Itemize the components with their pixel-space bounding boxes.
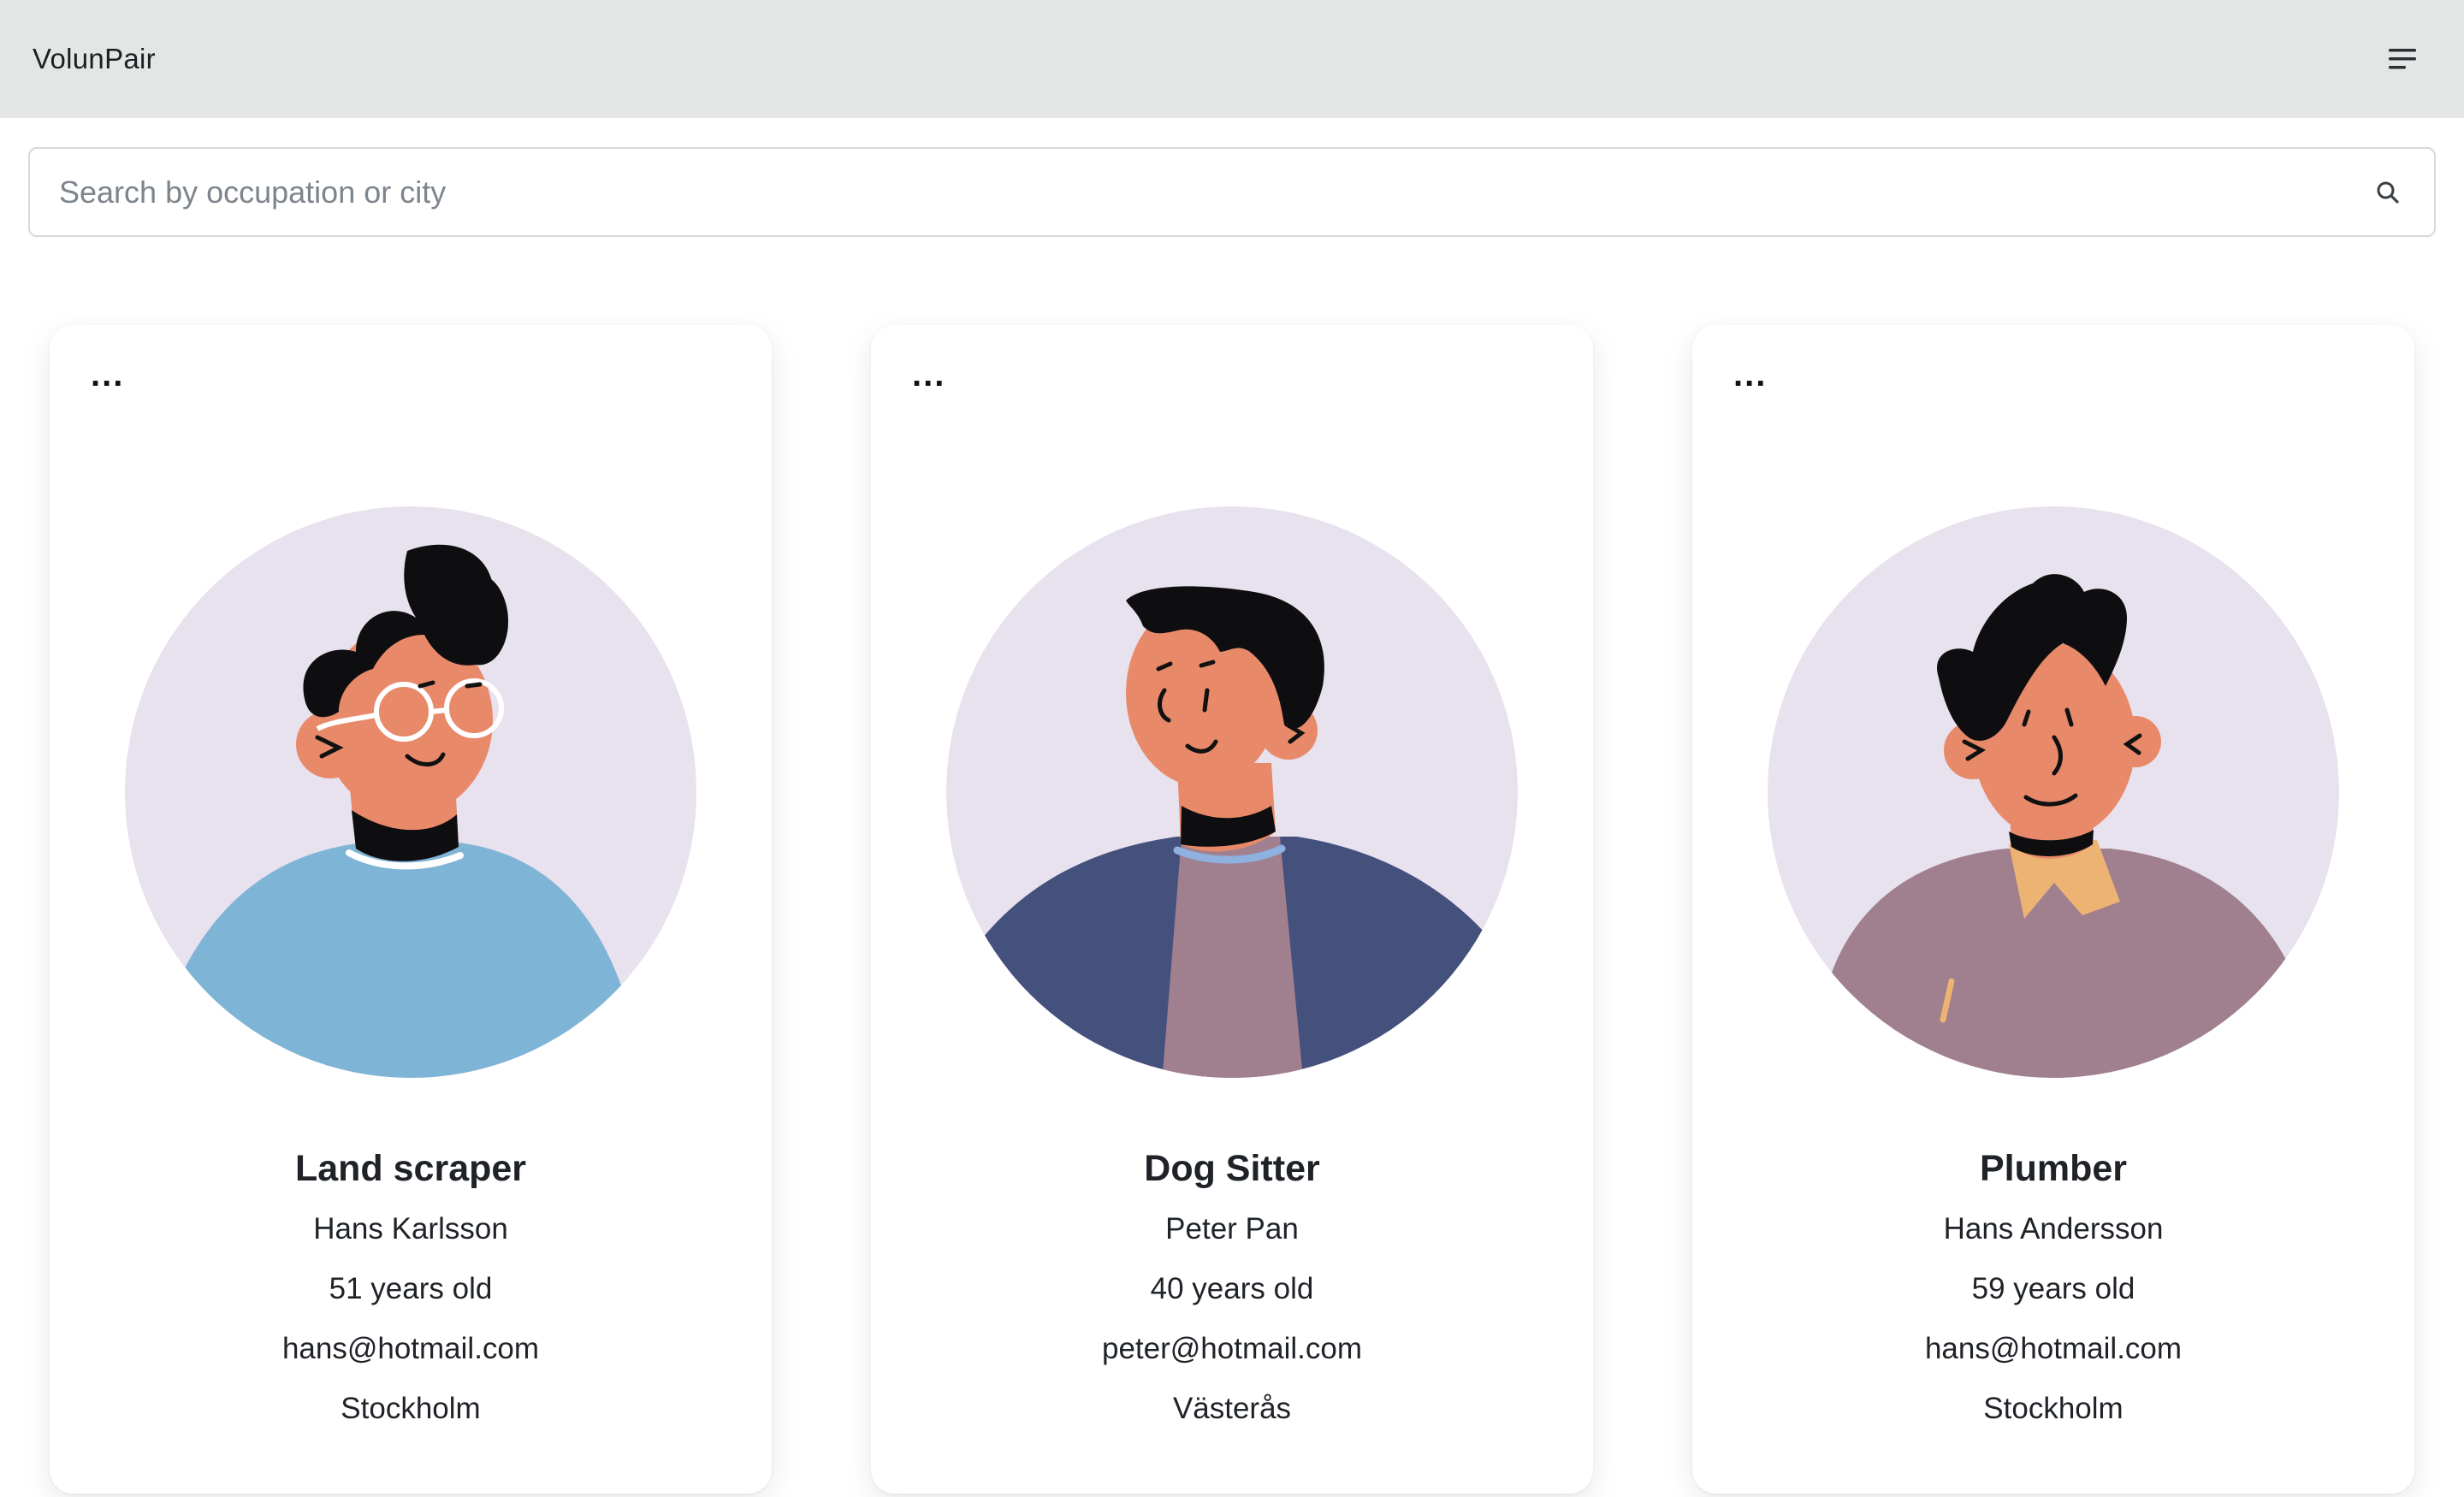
volunteer-age: 59 years old [1971, 1272, 2135, 1305]
search-button[interactable] [2371, 175, 2405, 210]
brand-logo[interactable]: VolunPair [33, 43, 156, 75]
volunteer-age: 40 years old [1150, 1272, 1314, 1305]
menu-lines-icon [2389, 49, 2416, 69]
volunteer-info: Plumber Hans Andersson 59 years old hans… [1692, 1138, 2414, 1439]
search-input[interactable] [59, 174, 2371, 210]
volunteer-city: Västerås [1172, 1392, 1292, 1425]
volunteer-info: Dog Sitter Peter Pan 40 years old peter@… [871, 1138, 1593, 1439]
occupation-title: Plumber [1979, 1148, 2128, 1189]
volunteer-email[interactable]: peter@hotmail.com [871, 1319, 1593, 1379]
avatar-man-sweater-illustration [1768, 506, 2339, 1078]
volunteer-card-list: ... Land scraper Hans Karlsson 51 years … [50, 325, 2414, 1497]
navbar: VolunPair [0, 0, 2464, 118]
avatar-man-glasses-illustration [125, 506, 696, 1078]
volunteer-age: 51 years old [329, 1272, 493, 1305]
avatar [125, 506, 696, 1078]
volunteer-city: Stockholm [1983, 1392, 2123, 1425]
volunteer-card[interactable]: ... [1692, 325, 2414, 1494]
avatar-man-jacket-illustration [946, 506, 1518, 1078]
more-options-button[interactable]: ... [1733, 358, 1785, 400]
volunteer-card[interactable]: ... [871, 325, 1593, 1494]
volunteer-email[interactable]: hans@hotmail.com [50, 1319, 772, 1379]
occupation-title: Land scraper [294, 1148, 527, 1189]
volunteer-name: Hans Andersson [1943, 1212, 2164, 1246]
occupation-title: Dog Sitter [1144, 1148, 1320, 1189]
volunteer-city: Stockholm [341, 1392, 481, 1425]
volunteer-name: Peter Pan [1165, 1212, 1299, 1246]
volunteer-name: Hans Karlsson [313, 1212, 508, 1246]
more-options-button[interactable]: ... [912, 358, 963, 400]
search-bar [28, 147, 2436, 237]
search-icon [2377, 181, 2399, 204]
volunteer-email[interactable]: hans@hotmail.com [1692, 1319, 2414, 1379]
avatar [1768, 506, 2339, 1078]
avatar [946, 506, 1518, 1078]
more-options-button[interactable]: ... [91, 358, 142, 400]
menu-button[interactable] [2378, 35, 2426, 83]
volunteer-card[interactable]: ... [50, 325, 772, 1494]
volunteer-info: Land scraper Hans Karlsson 51 years old … [50, 1138, 772, 1439]
